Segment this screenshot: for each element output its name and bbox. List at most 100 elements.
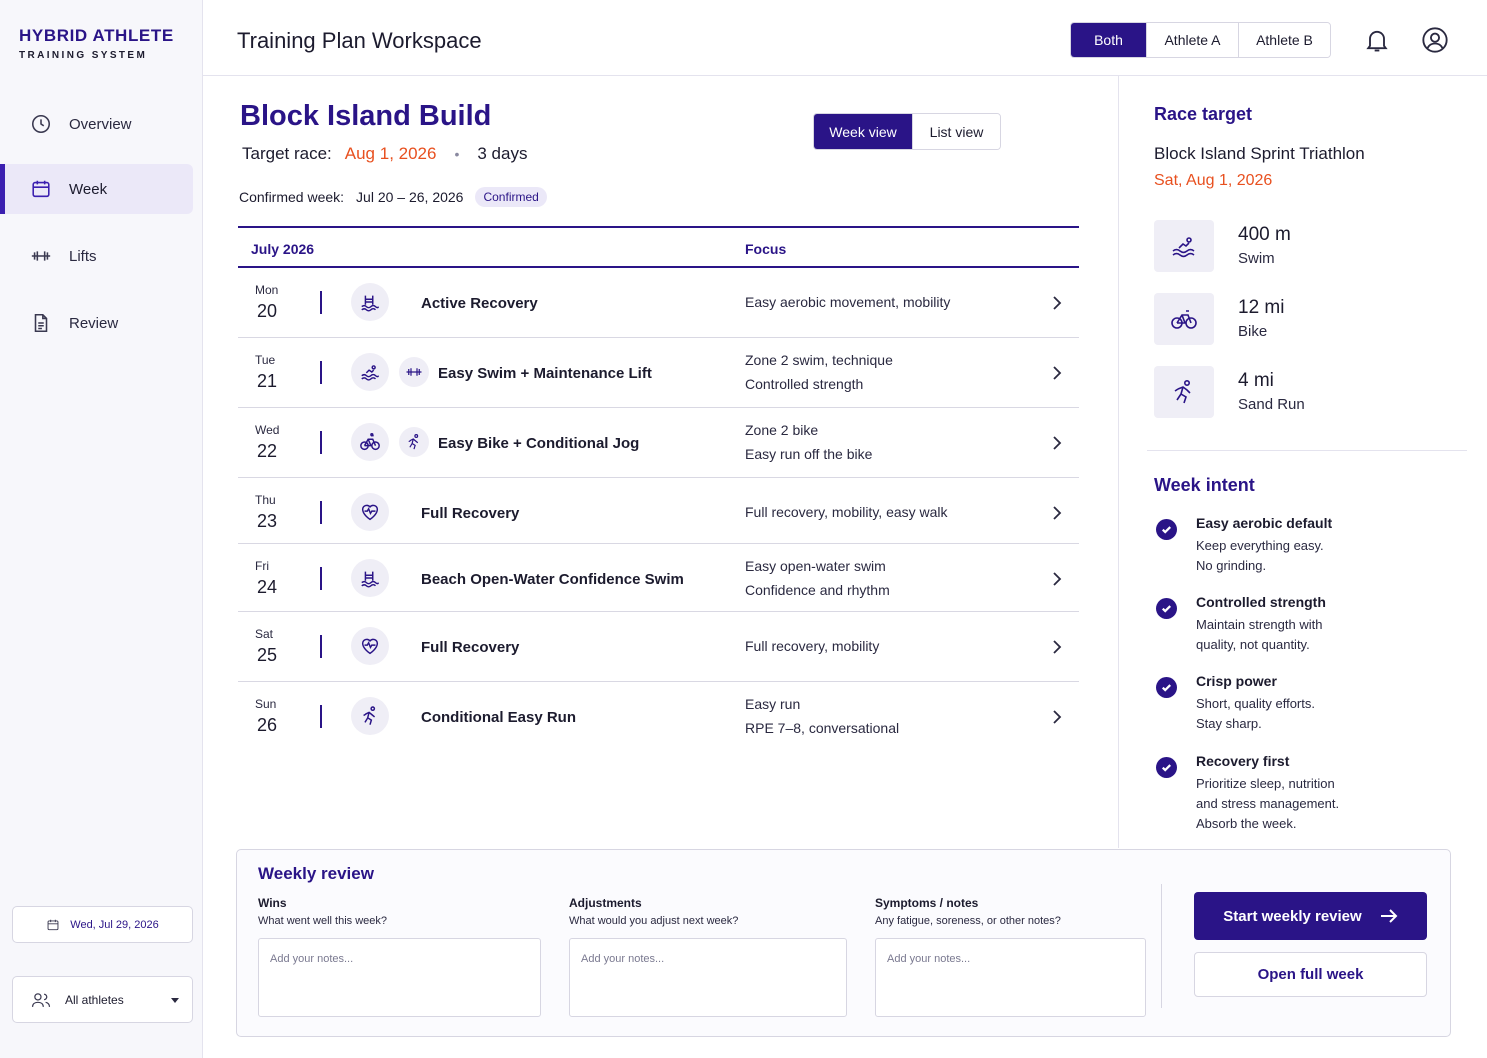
focus-line: Confidence and rhythm (745, 582, 890, 598)
day-of-week: Mon (255, 283, 279, 297)
current-date-button[interactable]: Wed, Jul 29, 2026 (12, 906, 193, 943)
wins-notes-input[interactable] (258, 938, 541, 1017)
table-row[interactable]: Sat 25 Full Recovery Full recovery, mobilit… (238, 612, 1079, 682)
table-row[interactable]: Sun 26 Conditional Easy Run Easy run RPE 7–8… (238, 682, 1079, 750)
week-table: July 2026 Focus Mon 20 Active Recovery Easy… (238, 226, 1079, 750)
bell-icon[interactable] (1363, 26, 1391, 54)
swim-pool-icon (351, 283, 389, 321)
target-race-line: Target race: Aug 1, 2026 • 3 days (242, 144, 527, 164)
run-icon (399, 427, 429, 457)
bike-icon (351, 423, 389, 461)
intent-description: Short, quality efforts. Stay sharp. (1196, 696, 1315, 731)
list-view-button[interactable]: List view (912, 114, 1000, 149)
chevron-right-icon[interactable] (1052, 640, 1062, 654)
sidebar: HYBRID ATHLETE TRAINING SYSTEM Overview … (0, 0, 203, 1058)
run-icon (1154, 366, 1214, 418)
confirmed-week-label: Confirmed week: (239, 189, 345, 205)
arrow-right-icon (1380, 909, 1398, 923)
nav-item-lifts[interactable]: Lifts (0, 231, 193, 281)
nav-item-overview[interactable]: Overview (0, 99, 193, 149)
day-of-week: Fri (255, 559, 269, 573)
check-circle-icon (1156, 519, 1177, 540)
race-stat-value: 12 mi (1238, 297, 1285, 318)
symptoms-notes-input[interactable] (875, 938, 1146, 1017)
chevron-right-icon[interactable] (1052, 436, 1062, 450)
filter-both-button[interactable]: Both (1071, 23, 1146, 57)
calendar-icon (47, 919, 59, 930)
open-full-week-button[interactable]: Open full week (1194, 952, 1427, 997)
race-panel: Race target Block Island Sprint Triathlo… (1118, 76, 1487, 848)
start-weekly-review-label: Start weekly review (1223, 907, 1362, 925)
table-row[interactable]: Thu 23 Full Recovery Full recovery, mobilit… (238, 478, 1079, 544)
app-root: HYBRID ATHLETE TRAINING SYSTEM Overview … (0, 0, 1487, 1058)
intent-title: Recovery first (1196, 753, 1290, 769)
column-header-month: July 2026 (251, 241, 315, 257)
adjustments-notes-input[interactable] (569, 938, 847, 1017)
race-stat-value: 4 mi (1238, 370, 1274, 391)
users-icon (31, 992, 51, 1007)
separator-dot: • (454, 146, 460, 162)
session-title: Easy Swim + Maintenance Lift (438, 365, 652, 382)
table-row[interactable]: Tue 21 Easy Swim + Maintenance Lift Zone 2 … (238, 338, 1079, 408)
day-divider (320, 705, 322, 728)
week-view-button[interactable]: Week view (814, 114, 912, 149)
intent-description: Keep everything easy. No grinding. (1196, 538, 1324, 573)
chevron-right-icon[interactable] (1052, 572, 1062, 586)
filter-athlete-b-button[interactable]: Athlete B (1238, 23, 1330, 57)
chevron-right-icon[interactable] (1052, 366, 1062, 380)
swim-pool-icon (351, 559, 389, 597)
focus-text: Full recovery, mobility (745, 634, 879, 658)
target-race-date: Aug 1, 2026 (344, 144, 437, 163)
focus-line: RPE 7–8, conversational (745, 720, 900, 736)
day-number: 26 (257, 715, 278, 735)
nav-item-week[interactable]: Week (0, 164, 193, 214)
table-row[interactable]: Wed 22 Easy Bike + Conditional Jog Zone 2 b… (238, 408, 1079, 478)
review-field-heading: Wins (258, 896, 287, 910)
intent-description: Maintain strength with quality, not quan… (1196, 617, 1323, 652)
nav-label: Lifts (69, 247, 97, 265)
day-of-week: Sat (255, 627, 274, 641)
race-stat-label: Swim (1238, 250, 1275, 267)
review-field-question: What went well this week? (258, 915, 387, 927)
nav-item-review[interactable]: Review (0, 298, 193, 348)
dumbbell-icon (31, 251, 51, 261)
chevron-right-icon[interactable] (1052, 710, 1062, 724)
clock-icon (31, 114, 51, 134)
session-title: Easy Bike + Conditional Jog (438, 435, 640, 452)
focus-text: Zone 2 swim, technique Controlled strengt… (745, 348, 893, 396)
intent-title: Easy aerobic default (1196, 515, 1333, 531)
nav-label: Week (69, 180, 108, 198)
weekly-review-title: Weekly review (258, 864, 374, 883)
athlete-filter: Both Athlete A Athlete B (1070, 22, 1331, 58)
focus-line: Easy aerobic movement, mobility (745, 294, 951, 310)
table-row[interactable]: Fri 24 Beach Open-Water Confidence Swim Eas… (238, 544, 1079, 612)
review-field-symptoms: Symptoms / notes Any fatigue, soreness, … (875, 896, 1146, 1017)
review-field-adjustments: Adjustments What would you adjust next w… (569, 896, 847, 1017)
account-icon[interactable] (1421, 26, 1449, 54)
heart-icon (351, 493, 389, 531)
intent-title: Controlled strength (1196, 594, 1326, 610)
target-race-label: Target race: (242, 144, 332, 163)
day-divider (320, 635, 322, 658)
day-of-week: Thu (255, 493, 276, 507)
focus-line: Controlled strength (745, 376, 864, 392)
table-header: July 2026 Focus (238, 226, 1079, 268)
chevron-right-icon[interactable] (1052, 506, 1062, 520)
race-stat-swim: 400 m Swim (1154, 220, 1454, 272)
start-weekly-review-button[interactable]: Start weekly review (1194, 892, 1427, 940)
block-title: Block Island Build (240, 100, 492, 132)
filter-athlete-a-button[interactable]: Athlete A (1146, 23, 1238, 57)
race-date: Sat, Aug 1, 2026 (1154, 172, 1273, 189)
athlete-select[interactable]: All athletes (12, 976, 193, 1023)
confirmed-week-line: Confirmed week: Jul 20 – 26, 2026 Confir… (239, 187, 547, 207)
heart-icon (351, 627, 389, 665)
table-row[interactable]: Mon 20 Active Recovery Easy aerobic movemen… (238, 268, 1079, 338)
day-number: 23 (257, 511, 278, 531)
days-out: 3 days (477, 144, 528, 163)
swim-icon (1154, 220, 1214, 272)
day-divider (320, 431, 322, 454)
calendar-icon (32, 180, 50, 198)
race-stat-run: 4 mi Sand Run (1154, 366, 1454, 418)
chevron-right-icon[interactable] (1052, 296, 1062, 310)
dumbbell-icon (399, 357, 429, 387)
